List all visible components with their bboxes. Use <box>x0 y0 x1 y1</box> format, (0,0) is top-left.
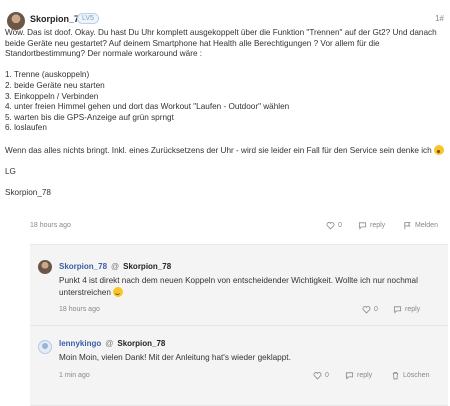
avatar[interactable] <box>38 340 52 354</box>
report-button[interactable]: Melden <box>403 221 438 230</box>
avatar[interactable] <box>38 260 52 274</box>
reply-divider <box>30 325 448 326</box>
reply-label: reply <box>357 372 373 379</box>
like-button[interactable]: 0 <box>362 305 378 314</box>
step-item: 4. unter freien Himmel gehen und dort da… <box>5 102 290 112</box>
reply-timestamp[interactable]: 1 min ago <box>59 372 90 379</box>
reply-body: Punkt 4 ist direkt nach dem neuen Koppel… <box>59 276 444 299</box>
reply-to-user[interactable]: Skorpion_78 <box>117 339 165 348</box>
level-badge: LV5 <box>77 13 99 24</box>
reply-header: Skorpion_78 @ Skorpion_78 <box>59 262 171 271</box>
reply-icon <box>393 305 402 314</box>
at-symbol: @ <box>105 339 114 348</box>
like-icon <box>326 221 335 230</box>
post-paragraph: Wow. Das ist doof. Okay. Du hast Du Uhr … <box>5 28 437 59</box>
reply-button[interactable]: reply <box>393 305 420 314</box>
report-label: Melden <box>415 222 438 229</box>
post-paragraph-2: Wenn das alles nichts bringt. Inkl. eine… <box>5 144 445 157</box>
emoji-smile-icon <box>112 286 123 297</box>
step-item: 3. Einkoppeln / Verbinden <box>5 91 99 101</box>
like-button[interactable]: 0 <box>313 371 329 380</box>
reply-button[interactable]: reply <box>358 221 385 230</box>
like-icon <box>362 305 371 314</box>
like-count: 0 <box>338 222 342 229</box>
like-count: 0 <box>374 306 378 313</box>
trash-icon <box>391 371 400 380</box>
reply-author[interactable]: Skorpion_78 <box>59 262 107 271</box>
reply-text: Moin Moin, vielen Dank! Mit der Anleitun… <box>59 353 291 362</box>
post-paragraph-text: Wenn das alles nichts bringt. Inkl. eine… <box>5 145 432 155</box>
step-item: 6. loslaufen <box>5 123 47 133</box>
reply-label: reply <box>370 222 386 229</box>
post-body: Wow. Das ist doof. Okay. Du hast Du Uhr … <box>5 28 445 199</box>
emoji-shocked-icon <box>433 144 444 155</box>
step-item: 2. beide Geräte neu starten <box>5 80 105 90</box>
reply-icon <box>358 221 367 230</box>
like-count: 0 <box>325 372 329 379</box>
flag-icon <box>403 221 412 230</box>
step-item: 5. warten bis die GPS-Anzeige auf grün s… <box>5 112 174 122</box>
post-timestamp[interactable]: 18 hours ago <box>30 222 71 229</box>
post-closing: LG <box>5 166 16 176</box>
reply-header: lennykingo @ Skorpion_78 <box>59 339 165 348</box>
post-signature: Skorpion_78 <box>5 187 51 197</box>
reply-icon <box>345 371 354 380</box>
delete-button[interactable]: Löschen <box>391 371 429 380</box>
post-number[interactable]: 1# <box>435 14 444 23</box>
reply-author[interactable]: lennykingo <box>59 339 101 348</box>
reply-label: reply <box>405 306 421 313</box>
reply-timestamp[interactable]: 18 hours ago <box>59 306 100 313</box>
reply-to-user[interactable]: Skorpion_78 <box>123 262 171 271</box>
post-author[interactable]: Skorpion_78 <box>30 14 84 24</box>
delete-label: Löschen <box>403 372 430 379</box>
reply-button[interactable]: reply <box>345 371 372 380</box>
at-symbol: @ <box>111 262 120 271</box>
step-item: 1. Trenne (auskoppeln) <box>5 70 90 80</box>
like-icon <box>313 371 322 380</box>
like-button[interactable]: 0 <box>326 221 342 230</box>
